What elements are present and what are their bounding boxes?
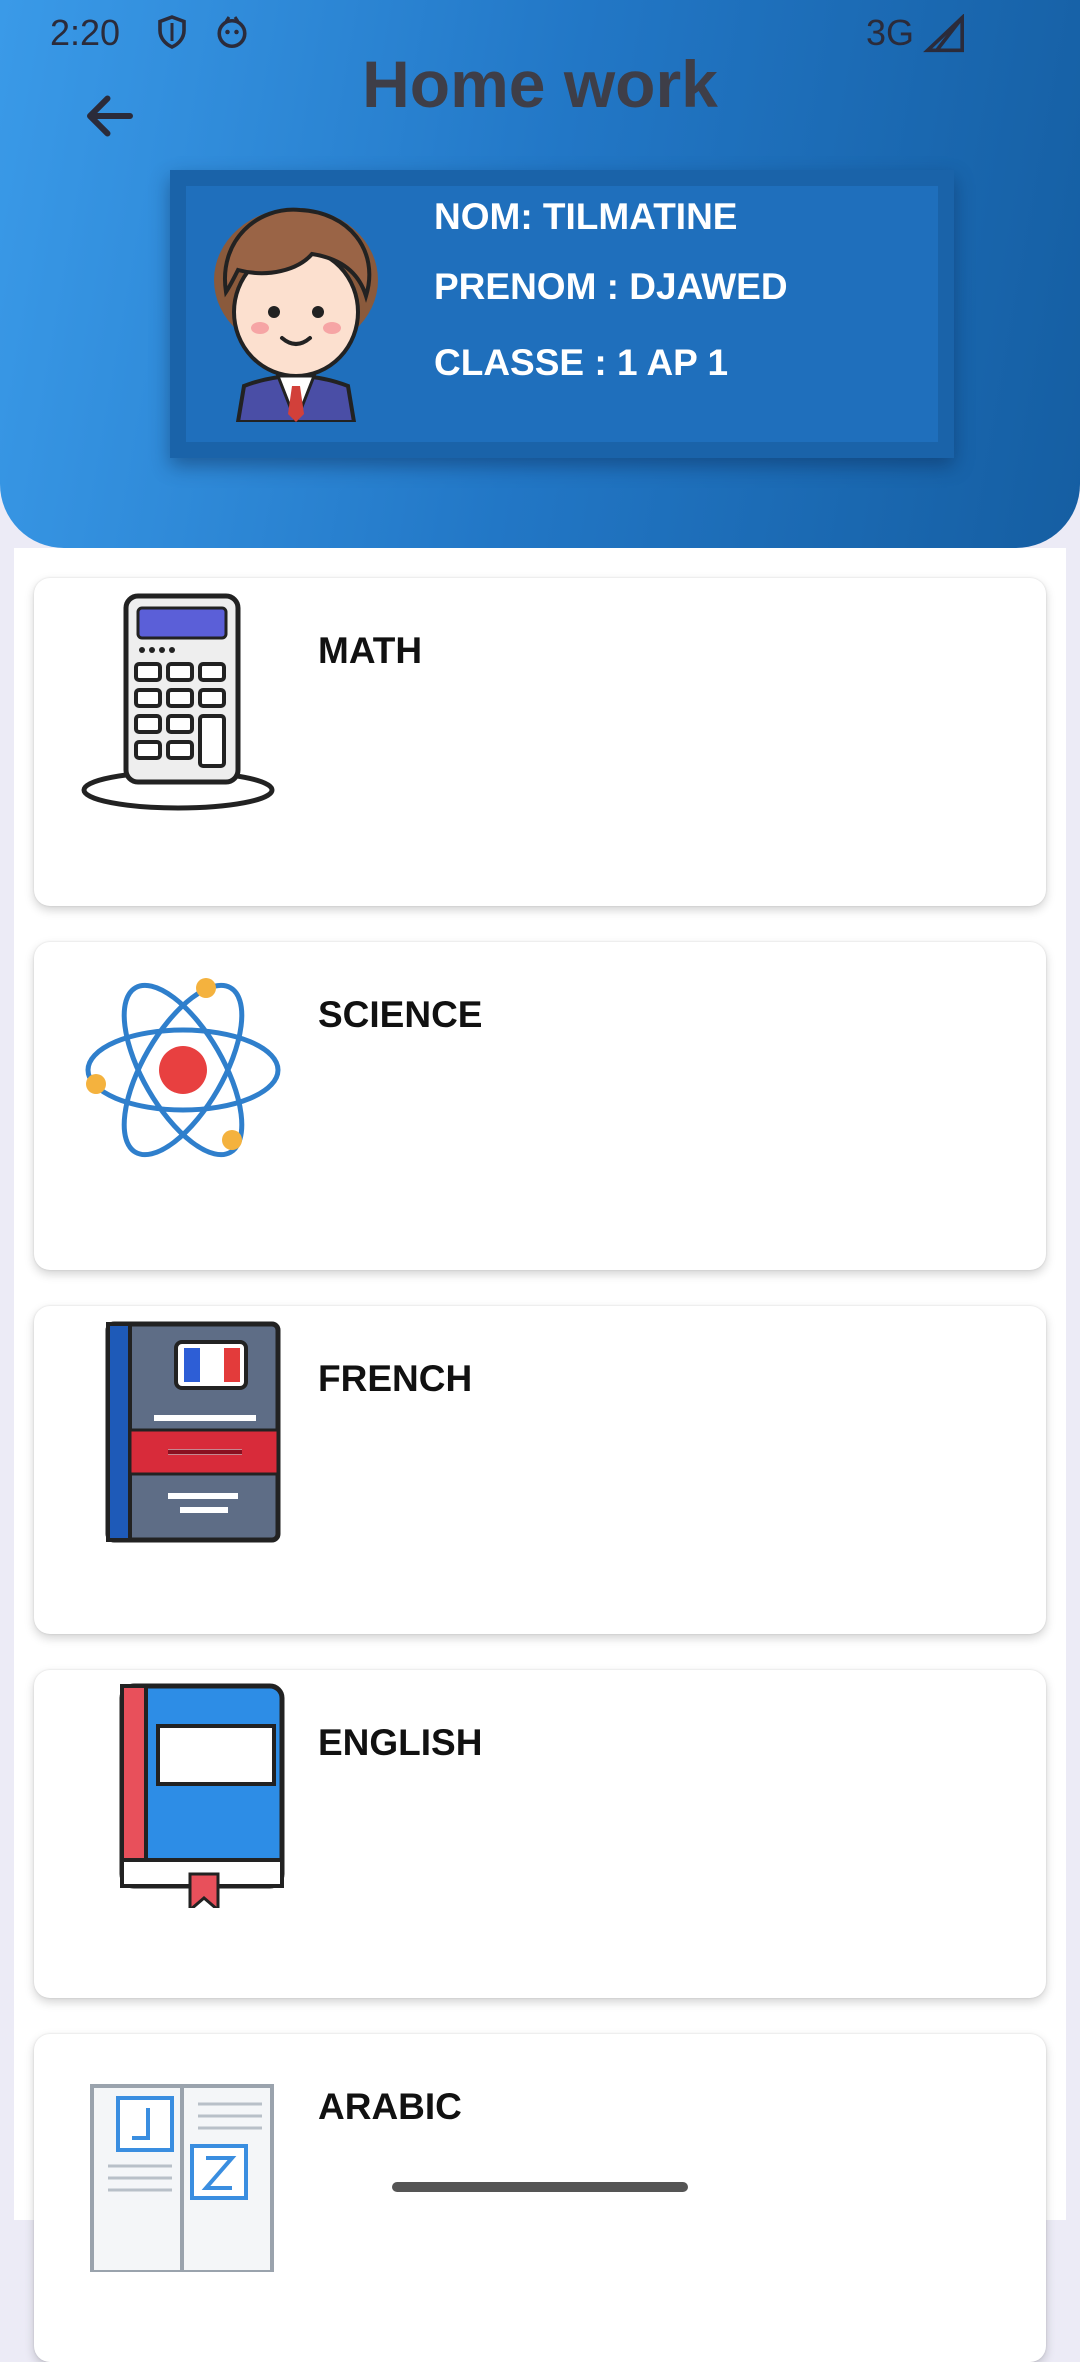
subject-card-math[interactable]: MATH bbox=[34, 578, 1046, 906]
subject-label-math: MATH bbox=[318, 630, 423, 671]
student-avatar-icon bbox=[214, 207, 378, 422]
english-book-icon bbox=[119, 1683, 285, 1908]
french-book-icon bbox=[105, 1321, 281, 1543]
subject-card-arabic[interactable]: ARABIC bbox=[34, 2034, 1046, 2362]
student-prenom: PRENOM : DJAWED bbox=[434, 266, 788, 307]
atom-icon bbox=[85, 978, 281, 1158]
subject-card-french[interactable]: FRENCH bbox=[34, 1306, 1046, 1634]
calculator-icon bbox=[81, 593, 275, 811]
page-title: Home work bbox=[362, 47, 718, 121]
header: 2:20 3G Home work NOM: TILMATINE PRENOM … bbox=[0, 0, 1080, 548]
arabic-book-icon bbox=[90, 2084, 274, 2272]
student-classe: CLASSE : 1 AP 1 bbox=[434, 342, 729, 383]
subject-label-science: SCIENCE bbox=[318, 994, 483, 1035]
subject-label-arabic: ARABIC bbox=[318, 2086, 462, 2127]
face-icon bbox=[217, 16, 247, 49]
subject-card-english[interactable]: ENGLISH bbox=[34, 1670, 1046, 1998]
subject-card-science[interactable]: SCIENCE bbox=[34, 942, 1046, 1270]
shield-icon bbox=[158, 15, 186, 49]
student-nom: NOM: TILMATINE bbox=[434, 196, 738, 237]
home-indicator[interactable] bbox=[392, 2182, 688, 2192]
subject-label-english: ENGLISH bbox=[318, 1722, 483, 1763]
subject-label-french: FRENCH bbox=[318, 1358, 473, 1399]
